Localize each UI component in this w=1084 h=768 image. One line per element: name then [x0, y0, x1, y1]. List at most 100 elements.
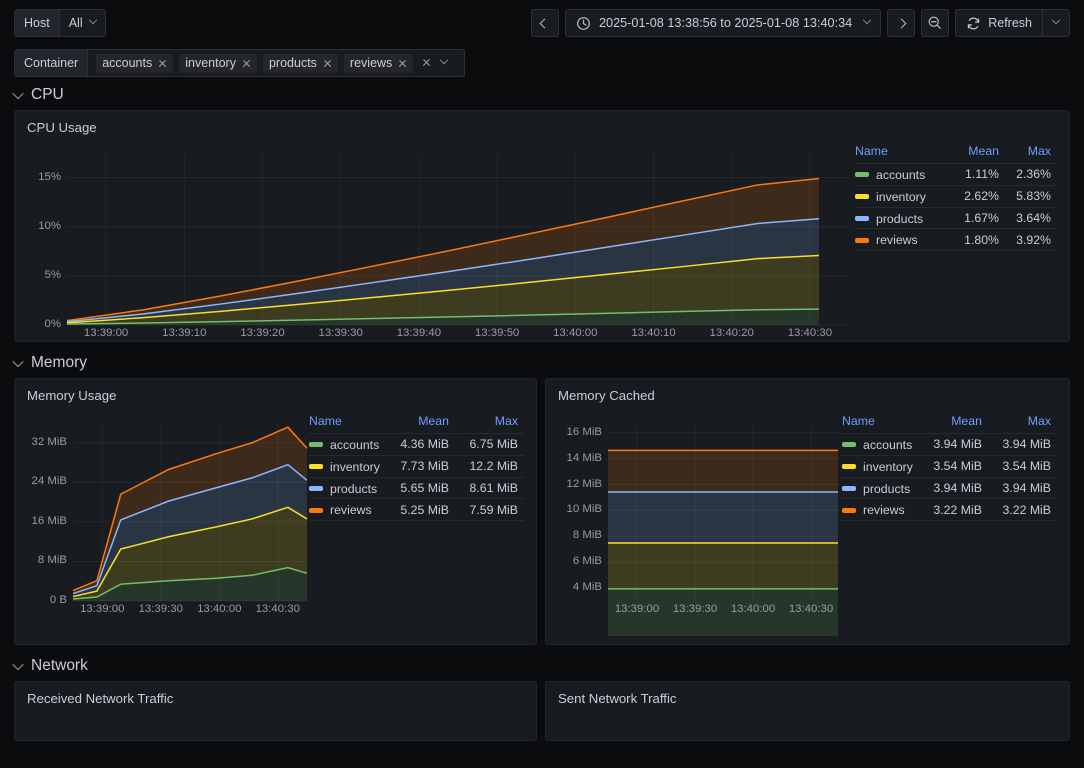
variable-host-value[interactable]: All [60, 10, 105, 36]
refresh-interval-dropdown[interactable] [1042, 9, 1070, 37]
y-axis-tick-label: 0% [44, 318, 61, 330]
section-title: Memory [31, 354, 87, 371]
panel-title: Memory Usage [27, 388, 117, 403]
y-axis-tick-label: 4 MiB [572, 581, 602, 594]
panel-sent-network-traffic: Sent Network Traffic [545, 681, 1070, 741]
close-icon[interactable] [398, 59, 407, 68]
panel-title: Memory Cached [558, 388, 655, 403]
x-axis-tick-label: 13:39:10 [162, 327, 207, 339]
variable-host[interactable]: Host All [14, 9, 106, 37]
zoom-out-button[interactable] [921, 9, 950, 37]
y-axis-tick-label: 16 MiB [31, 514, 67, 527]
chip-label: inventory [185, 55, 236, 70]
chevron-down-icon[interactable] [440, 55, 449, 65]
container-chip-accounts[interactable]: accounts [96, 53, 174, 73]
zoom-out-icon [928, 16, 942, 29]
variable-container-label: Container [15, 50, 89, 76]
x-axis-tick-label: 13:39:50 [474, 327, 520, 339]
container-filter-bar: Container accounts inventory products re… [0, 46, 1084, 80]
close-icon[interactable] [242, 59, 251, 68]
x-axis-tick-label: 13:40:20 [709, 327, 754, 339]
y-axis-tick-label: 10% [38, 219, 61, 232]
y-axis-tick-label: 32 MiB [31, 435, 67, 448]
x-axis-tick-label: 13:39:20 [240, 327, 285, 339]
y-axis-tick-label: 5% [44, 268, 61, 281]
x-axis-tick-label: 13:39:00 [83, 327, 129, 339]
panel-title: Sent Network Traffic [558, 691, 677, 706]
refresh-label: Refresh [988, 16, 1032, 30]
chip-label: accounts [102, 55, 153, 70]
series-area-reviews [608, 450, 838, 493]
clock-icon [577, 16, 590, 30]
x-axis-tick-label: 13:40:00 [197, 603, 242, 615]
chevron-down-icon [12, 658, 24, 671]
container-chip-inventory[interactable]: inventory [179, 53, 257, 73]
x-axis-tick-label: 13:40:00 [730, 603, 776, 615]
close-icon[interactable] [323, 59, 332, 68]
y-axis-tick-label: 6 MiB [572, 555, 602, 568]
panel-title: Received Network Traffic [27, 691, 174, 706]
x-axis-tick-label: 13:39:00 [614, 603, 660, 615]
y-axis-tick-label: 12 MiB [566, 477, 602, 490]
time-range-picker[interactable]: 2025-01-08 13:38:56 to 2025-01-08 13:40:… [564, 9, 882, 37]
chevron-down-icon [12, 355, 24, 368]
series-area-inventory [608, 543, 838, 589]
close-icon[interactable] [158, 59, 167, 68]
clear-all-icon[interactable] [422, 58, 432, 68]
panel-received-network-traffic: Received Network Traffic [14, 681, 537, 741]
y-axis-tick-label: 10 MiB [566, 503, 602, 516]
chevron-down-icon [862, 15, 872, 25]
dashboard-toolbar: Host All 2025-01-08 13:38:56 to 2025-01-… [0, 0, 1084, 46]
time-controls: 2025-01-08 13:38:56 to 2025-01-08 13:40:… [530, 9, 1070, 37]
time-shift-back-button[interactable] [530, 9, 559, 37]
variable-container: Container accounts inventory products re… [14, 49, 466, 77]
x-axis-tick-label: 13:39:30 [318, 327, 363, 339]
chevron-down-icon [1051, 15, 1061, 25]
y-axis-tick-label: 14 MiB [566, 451, 602, 464]
section-title: CPU [31, 86, 64, 103]
y-axis-tick-label: 16 MiB [566, 425, 602, 438]
time-shift-forward-button[interactable] [887, 9, 916, 37]
container-chip-products[interactable]: products [262, 53, 338, 73]
x-axis-tick-label: 13:40:00 [553, 327, 598, 339]
chevron-down-icon [12, 87, 24, 100]
y-axis-tick-label: 0 B [49, 594, 67, 606]
chart-canvas [66, 153, 849, 326]
chevron-down-icon [88, 15, 97, 25]
x-axis-tick-label: 13:40:30 [255, 603, 300, 615]
container-chip-list: accounts inventory products reviews [88, 50, 464, 76]
variable-host-label: Host [15, 10, 60, 36]
panel-body-memory-cached[interactable]: Name Mean Max accounts 3.94 MiB 3.94 MiB inven… [546, 403, 1069, 636]
x-axis-tick-label: 13:40:30 [787, 327, 833, 339]
section-header-cpu[interactable]: CPU [0, 80, 1084, 110]
variable-host-value-text: All [68, 16, 83, 30]
panel-memory-usage: Memory Usage Name Mean Max accounts 4.36 MiB… [14, 378, 537, 645]
chip-label: reviews [349, 55, 393, 70]
chart-canvas [608, 425, 840, 636]
chevron-left-icon [540, 18, 550, 28]
x-axis-tick-label: 13:39:40 [396, 327, 442, 339]
x-axis-tick-label: 13:39:30 [138, 603, 183, 615]
y-axis-tick-label: 8 MiB [572, 529, 602, 542]
x-axis-tick-label: 13:40:30 [788, 603, 834, 615]
container-chip-actions [419, 55, 456, 68]
x-axis-tick-label: 13:39:30 [672, 603, 718, 615]
chip-label: products [268, 55, 317, 70]
panel-body-cpu-usage[interactable]: Name Mean Max accounts 1.11% 2.36% inventory 2.… [15, 135, 1069, 339]
series-area-products [608, 492, 838, 544]
refresh-button[interactable]: Refresh [955, 9, 1042, 37]
chevron-right-icon [896, 18, 907, 28]
x-axis-tick-label: 13:40:10 [631, 327, 676, 339]
x-axis-tick-label: 13:39:00 [80, 603, 125, 615]
refresh-icon [968, 17, 980, 29]
panel-body-memory-usage[interactable]: Name Mean Max accounts 4.36 MiB 6.75 MiB inven… [15, 403, 536, 636]
section-header-network[interactable]: Network [0, 651, 1084, 681]
y-axis-tick-label: 8 MiB [37, 554, 67, 567]
panel-memory-cached: Memory Cached Name Mean Max accounts 3.94 Mi… [545, 378, 1070, 645]
panel-title: CPU Usage [27, 120, 97, 135]
y-axis-tick-label: 15% [38, 170, 61, 183]
section-header-memory[interactable]: Memory [0, 348, 1084, 378]
container-chip-reviews[interactable]: reviews [343, 53, 414, 73]
time-range-text: 2025-01-08 13:38:56 to 2025-01-08 13:40:… [598, 16, 853, 30]
chart-canvas [72, 423, 308, 602]
